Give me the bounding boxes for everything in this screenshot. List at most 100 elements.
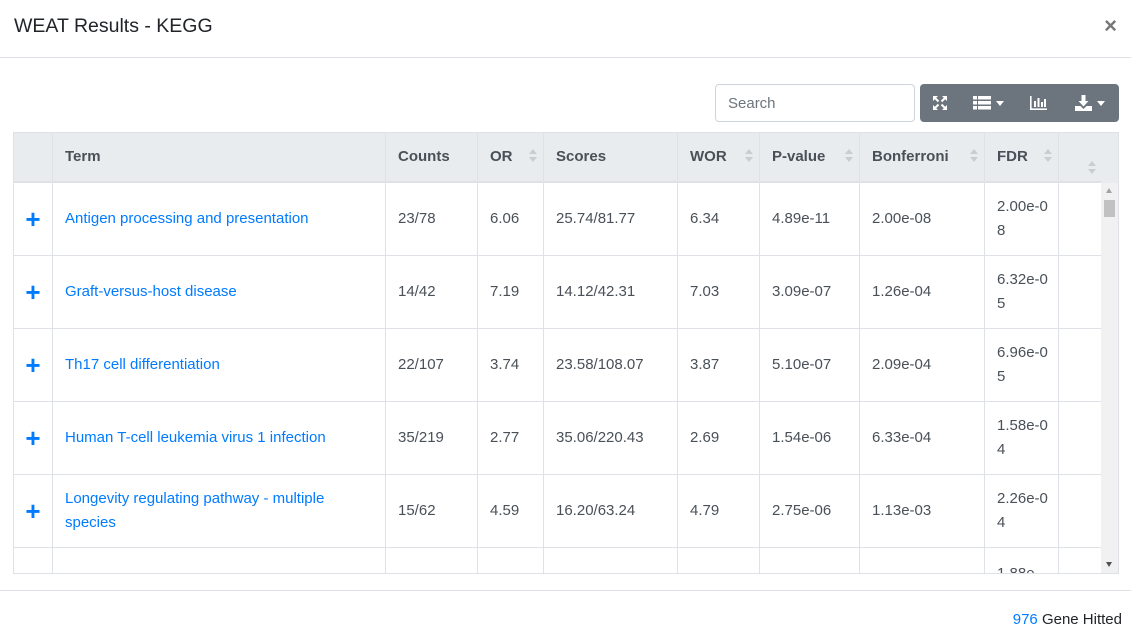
term-link[interactable]: Antigen processing and presentation [65,207,309,231]
columns-icon [973,96,991,110]
table-header: Term Counts OR Scores WOR P-value Bonfer… [14,133,1102,183]
sort-icon [845,149,853,163]
fullscreen-button[interactable] [920,84,960,122]
pvalue-cell: 3.09e-07 [760,256,860,328]
download-dropdown-button[interactable] [1060,84,1119,122]
modal-title: WEAT Results - KEGG [14,15,213,37]
fdr-cell: 2.26e-04 [985,475,1059,547]
counts-cell: 35/219 [386,402,478,474]
scores-cell [544,548,678,573]
fullscreen-icon [933,96,947,110]
table-row: + Graft-versus-host disease 14/42 7.19 1… [14,256,1102,329]
scores-cell: 14.12/42.31 [544,256,678,328]
fdr-cell: 1.58e-04 [985,402,1059,474]
results-table: Term Counts OR Scores WOR P-value Bonfer… [13,132,1119,574]
scores-cell: 16.20/63.24 [544,475,678,547]
column-header-or[interactable]: OR [478,133,544,181]
extra-cell [1059,329,1102,401]
term-cell: Th17 cell differentiation [53,329,386,401]
scroll-up-icon[interactable] [1106,188,1112,193]
sort-icon [1044,149,1052,163]
counts-cell: 22/107 [386,329,478,401]
column-header-bonferroni[interactable]: Bonferroni [860,133,985,181]
column-label-pvalue: P-value [772,148,826,165]
extra-cell [1059,475,1102,547]
or-cell: 4.59 [478,475,544,547]
pvalue-cell: 4.89e-11 [760,183,860,255]
scores-cell: 35.06/220.43 [544,402,678,474]
table-toolbar [920,84,1119,122]
modal-footer: 976 Gene Hitted [0,590,1131,637]
sort-icon [529,149,537,163]
scroll-down-icon[interactable] [1106,562,1112,567]
bonferroni-cell: 2.00e-08 [860,183,985,255]
scores-cell: 23.58/108.07 [544,329,678,401]
term-cell [53,548,386,573]
sort-icon [1088,161,1096,175]
scrollbar-corner [1101,133,1118,183]
fdr-cell: 1.88e- [985,548,1059,573]
expand-row-icon[interactable]: + [14,183,53,255]
extra-cell [1059,548,1102,573]
term-link[interactable]: Longevity regulating pathway - multiple … [65,487,375,535]
term-cell: Graft-versus-host disease [53,256,386,328]
expand-row-icon[interactable] [14,548,53,573]
or-cell: 6.06 [478,183,544,255]
fdr-cell: 2.00e-08 [985,183,1059,255]
counts-cell: 15/62 [386,475,478,547]
bonferroni-cell: 6.33e-04 [860,402,985,474]
fdr-cell: 6.96e-05 [985,329,1059,401]
expand-row-icon[interactable]: + [14,475,53,547]
column-header-fdr[interactable]: FDR [985,133,1059,181]
extra-cell [1059,183,1102,255]
bonferroni-cell: 2.09e-04 [860,329,985,401]
term-link[interactable]: Human T-cell leukemia virus 1 infection [65,426,326,450]
wor-cell: 4.79 [678,475,760,547]
column-label-bonferroni: Bonferroni [872,148,949,165]
scrollbar-thumb[interactable] [1104,200,1115,217]
extra-cell [1059,402,1102,474]
wor-cell: 2.69 [678,402,760,474]
term-link[interactable]: Graft-versus-host disease [65,280,237,304]
wor-cell: 3.87 [678,329,760,401]
bonferroni-cell [860,548,985,573]
chevron-down-icon [996,100,1004,106]
columns-dropdown-button[interactable] [960,84,1017,122]
bonferroni-cell: 1.26e-04 [860,256,985,328]
download-icon [1074,95,1092,111]
or-cell: 2.77 [478,402,544,474]
or-cell: 7.19 [478,256,544,328]
search-input[interactable] [715,84,915,122]
gene-hit-count[interactable]: 976 [1013,611,1038,628]
counts-cell: 23/78 [386,183,478,255]
term-cell: Longevity regulating pathway - multiple … [53,475,386,547]
column-label-or: OR [490,148,513,165]
vertical-scrollbar[interactable] [1101,183,1118,573]
counts-cell [386,548,478,573]
bonferroni-cell: 1.13e-03 [860,475,985,547]
wor-cell [678,548,760,573]
pvalue-cell [760,548,860,573]
expand-row-icon[interactable]: + [14,402,53,474]
expand-row-icon[interactable]: + [14,256,53,328]
column-header-term[interactable]: Term [53,133,386,181]
close-button[interactable]: × [1104,14,1117,38]
pvalue-cell: 2.75e-06 [760,475,860,547]
table-row: 1.88e- [14,548,1102,573]
chart-button[interactable] [1017,84,1060,122]
counts-cell: 14/42 [386,256,478,328]
or-cell [478,548,544,573]
gene-hit-summary: 976 Gene Hitted [1013,611,1122,628]
expand-row-icon[interactable]: + [14,329,53,401]
column-label-wor: WOR [690,148,727,165]
term-link[interactable]: Th17 cell differentiation [65,353,220,377]
table-row: + Human T-cell leukemia virus 1 infectio… [14,402,1102,475]
column-header-pvalue[interactable]: P-value [760,133,860,181]
table-row: + Longevity regulating pathway - multipl… [14,475,1102,548]
column-header-wor[interactable]: WOR [678,133,760,181]
chart-icon [1030,96,1047,110]
table-row: + Th17 cell differentiation 22/107 3.74 … [14,329,1102,402]
column-header-extra[interactable] [1059,133,1102,181]
column-header-scores[interactable]: Scores [544,133,678,181]
column-header-counts[interactable]: Counts [386,133,478,181]
